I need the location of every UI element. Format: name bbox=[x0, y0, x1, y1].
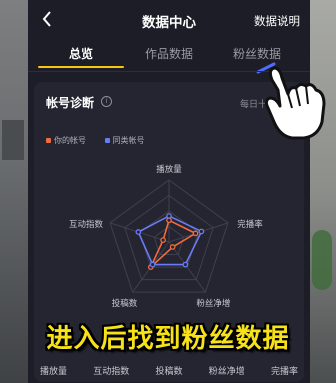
metric-label: 粉丝净增 bbox=[208, 367, 245, 377]
metric-label: 互动指数 bbox=[93, 367, 130, 377]
data-explain-link[interactable]: 数据说明 bbox=[254, 13, 300, 29]
radar-series-mine bbox=[150, 219, 198, 268]
metric-label: 投稿数 bbox=[155, 367, 183, 377]
bottom-metrics-row: 播放量 互动指数 投稿数 粉丝净增 完播率 bbox=[34, 358, 304, 383]
radar-axis-label: 完播率 bbox=[237, 219, 263, 230]
tab-works-data[interactable]: 作品数据 bbox=[122, 45, 216, 62]
radar-point bbox=[160, 237, 166, 243]
radar-axis-label: 播放量 bbox=[156, 164, 182, 175]
radar-point bbox=[135, 229, 142, 235]
radar-point bbox=[192, 230, 199, 237]
background-shelf bbox=[2, 120, 24, 160]
radar-axis-label: 粉丝净增 bbox=[196, 298, 230, 309]
radar-point bbox=[149, 261, 156, 268]
radar-point bbox=[182, 261, 189, 268]
radar-point bbox=[198, 228, 205, 235]
pointing-hand-icon bbox=[264, 66, 326, 140]
radar-point bbox=[166, 213, 172, 219]
overlay-caption: 进入后找到粉丝数据 bbox=[46, 324, 290, 354]
radar-axis-label: 投稿数 bbox=[112, 298, 138, 309]
radar-axis-label: 互动指数 bbox=[69, 219, 104, 230]
top-bar: 数据中心 数据说明 bbox=[28, 0, 310, 40]
metric-label: 播放量 bbox=[40, 367, 68, 377]
tab-overview[interactable]: 总览 bbox=[34, 45, 128, 62]
background-plant bbox=[312, 230, 332, 290]
metric-label: 完播率 bbox=[270, 367, 298, 377]
active-tab-indicator bbox=[38, 66, 124, 68]
radar-point bbox=[169, 244, 176, 250]
